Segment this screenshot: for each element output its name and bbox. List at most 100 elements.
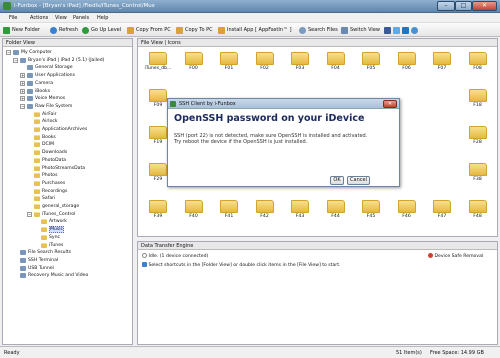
tree-item[interactable]: − Bryan's iPad | iPad 2 (5.1) (Jailed) (13, 57, 104, 64)
file-item[interactable]: iTunes_db... (143, 52, 173, 78)
ok-button[interactable]: OK (330, 176, 344, 185)
install-app-button[interactable]: Install App [ AppFastIn™ ] (218, 25, 292, 35)
minimize-button[interactable]: – (437, 1, 455, 11)
tree-item[interactable]: Recordings (27, 188, 67, 195)
tree-item[interactable]: Safari (27, 195, 55, 202)
maximize-button[interactable]: □ (455, 1, 472, 11)
help-icon[interactable] (411, 26, 418, 34)
refresh-button[interactable]: Refresh (50, 25, 78, 35)
tree-item[interactable]: iTunes (34, 242, 63, 249)
file-item[interactable]: F04 (321, 52, 351, 78)
file-item[interactable]: F43 (285, 200, 315, 226)
tree-item[interactable]: AirFair (27, 111, 57, 118)
file-item[interactable]: F02 (250, 52, 280, 78)
search-files-button[interactable]: Search Files (299, 25, 338, 35)
tree-item-label: iBooks (35, 88, 51, 94)
tree-item[interactable]: Books (27, 134, 56, 141)
tree-item[interactable]: Photos (27, 172, 58, 179)
tree-item[interactable]: General Storage (20, 64, 73, 71)
file-label: F00 (189, 66, 198, 71)
expand-toggle-icon[interactable]: − (6, 50, 11, 55)
folder-icon (34, 127, 40, 132)
toolbar: New Folder Refresh Go Up Level Copy From… (0, 23, 500, 37)
tree-item[interactable]: Recovery Music and Video (13, 272, 88, 279)
menu-actions[interactable]: Actions (30, 15, 48, 21)
tree-item[interactable]: ApplicationArchives (27, 126, 87, 133)
radio-icon[interactable] (142, 253, 147, 258)
file-item[interactable]: F18 (463, 89, 493, 115)
file-item[interactable]: F40 (179, 200, 209, 226)
file-item[interactable]: F47 (427, 200, 457, 226)
tree-item[interactable]: + User Applications (20, 72, 75, 79)
file-item[interactable]: F05 (356, 52, 386, 78)
device-safe-removal-button[interactable]: Device Safe Removal (428, 253, 483, 259)
expand-toggle-icon[interactable]: − (27, 211, 32, 217)
file-item[interactable]: F48 (463, 200, 493, 226)
expand-toggle-icon[interactable]: − (13, 57, 18, 63)
copy-to-pc-button[interactable]: Copy To PC (176, 25, 213, 35)
tree-item[interactable]: USB Tunnel (13, 265, 54, 272)
tree-item[interactable]: + Camera (20, 80, 53, 87)
folder-icon (291, 200, 309, 213)
tree-item[interactable]: + Voice Memos (20, 95, 65, 102)
file-item[interactable]: F03 (285, 52, 315, 78)
tree-item[interactable]: Airlock (27, 118, 58, 125)
tree-item[interactable]: Artwork (34, 218, 67, 225)
folder-icon (326, 200, 345, 213)
file-label: F05 (366, 66, 376, 71)
file-item[interactable]: F28 (463, 126, 493, 152)
tree-item[interactable]: PhotoStreamsData (27, 165, 85, 172)
file-item[interactable]: F41 (214, 200, 244, 226)
file-item[interactable]: F38 (463, 163, 493, 189)
file-label: F47 (437, 214, 447, 219)
file-item[interactable]: F01 (214, 52, 244, 78)
new-folder-button[interactable]: New Folder (3, 25, 40, 35)
tree-item[interactable]: − My Computer (6, 49, 52, 56)
menu-help[interactable]: Help (97, 15, 108, 21)
tree-item[interactable]: Downloads (27, 149, 67, 156)
expand-toggle-icon[interactable]: + (20, 96, 25, 102)
file-item[interactable]: F08 (463, 52, 493, 78)
cancel-button[interactable]: Cancel (347, 176, 370, 185)
folder-icon (34, 150, 40, 156)
tree-item[interactable]: File Search Results (13, 249, 71, 256)
folder-icon (34, 111, 40, 117)
expand-toggle-icon[interactable]: + (20, 80, 25, 86)
tree-item[interactable]: Music (34, 226, 65, 234)
tree-item[interactable]: Sync (34, 234, 60, 241)
facebook-icon[interactable] (384, 26, 391, 34)
file-item[interactable]: F44 (321, 200, 351, 226)
file-item[interactable]: F45 (356, 200, 386, 226)
tree-item[interactable]: DCIM (27, 141, 54, 148)
file-item[interactable]: F39 (143, 200, 173, 226)
copy-from-pc-button[interactable]: Copy From PC (127, 25, 171, 35)
folder-icon (326, 52, 345, 65)
tree-item[interactable]: PhotoData (27, 157, 66, 164)
share-icon[interactable] (402, 26, 409, 34)
close-button[interactable]: ✕ (472, 1, 497, 11)
twitter-icon[interactable] (393, 26, 400, 34)
file-item[interactable]: F46 (392, 200, 422, 226)
tree-item[interactable]: − Raw File System (20, 103, 72, 110)
menu-panels[interactable]: Panels (73, 15, 89, 21)
menu-file[interactable]: File (9, 15, 17, 21)
folder-icon (291, 52, 309, 65)
file-item[interactable]: F07 (427, 52, 457, 78)
switch-view-button[interactable]: Switch View (341, 25, 380, 35)
file-item[interactable]: F00 (179, 52, 209, 78)
tree-item[interactable]: Purchases (27, 180, 65, 187)
tree-item[interactable]: general_storage (27, 203, 79, 210)
tree-item[interactable]: + iBooks (20, 88, 50, 95)
dialog-close-button[interactable]: ✕ (383, 100, 397, 108)
tree-item[interactable]: SSH Terminal (13, 257, 58, 264)
file-item[interactable]: F06 (392, 52, 422, 78)
expand-toggle-icon[interactable]: + (20, 73, 25, 79)
folder-icon (468, 126, 487, 139)
file-item[interactable]: F42 (250, 200, 280, 226)
menu-view[interactable]: View (55, 15, 67, 21)
tree-item[interactable]: − iTunes_Control (27, 211, 75, 218)
expand-toggle-icon[interactable]: − (20, 103, 25, 109)
file-label: iTunes_db... (144, 66, 172, 71)
go-up-level-button[interactable]: Go Up Level (82, 25, 121, 35)
expand-toggle-icon[interactable]: + (20, 88, 25, 94)
